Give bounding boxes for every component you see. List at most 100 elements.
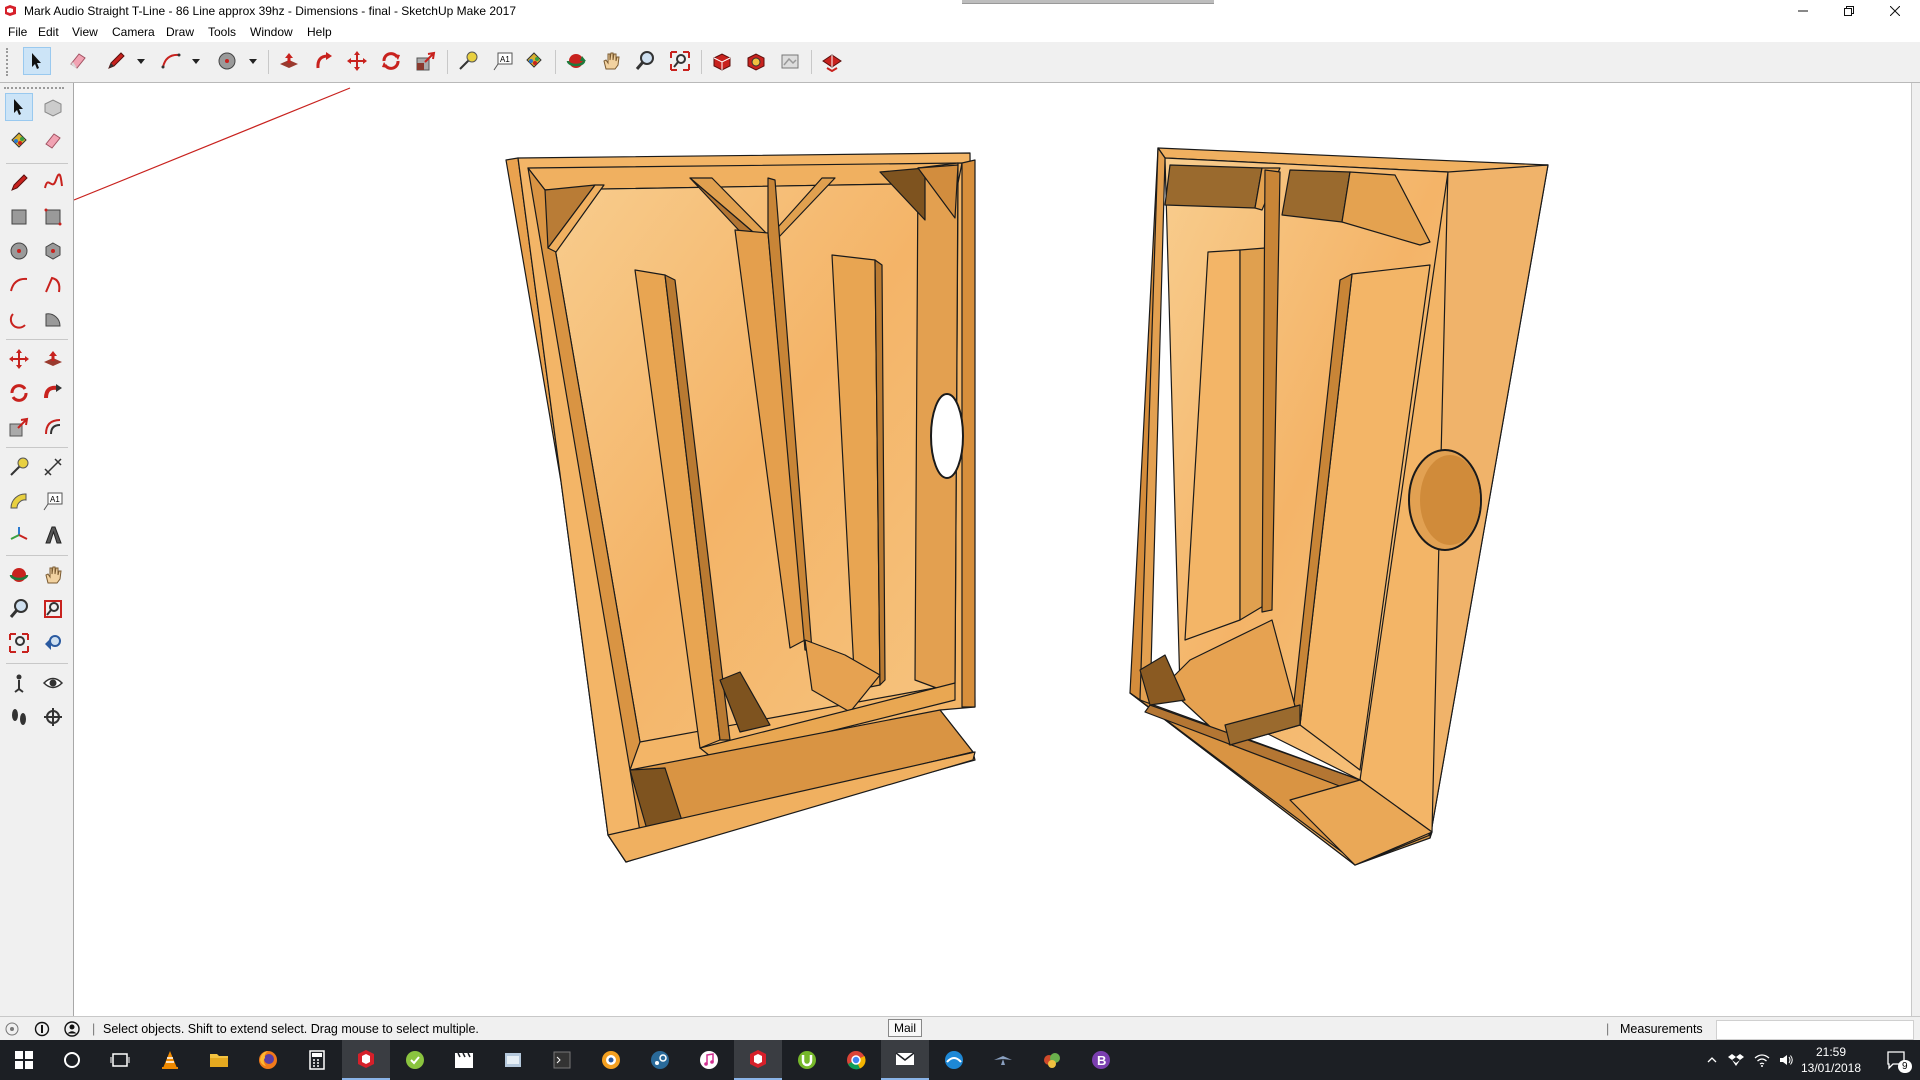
eraser-tool-button[interactable] — [64, 47, 92, 75]
arc-tool-button[interactable] — [157, 47, 185, 75]
position-camera-tool[interactable] — [5, 669, 33, 697]
3d-warehouse-button[interactable] — [708, 47, 736, 75]
taskbar-app-green[interactable] — [391, 1040, 439, 1080]
text-tool-button[interactable]: A1 — [489, 47, 517, 75]
orbit-tool[interactable] — [5, 561, 33, 589]
rectangle-tool[interactable] — [5, 203, 33, 231]
offset-tool[interactable] — [39, 413, 67, 441]
pencil-tool-button[interactable] — [102, 47, 130, 75]
layout-button[interactable] — [776, 47, 804, 75]
circle-tool-button[interactable] — [213, 47, 241, 75]
dimension-tool[interactable] — [39, 453, 67, 481]
taskbar-terminal[interactable] — [538, 1040, 586, 1080]
pie-tool[interactable] — [39, 305, 67, 333]
zoom-tool-button[interactable] — [631, 47, 659, 75]
line-tool[interactable] — [5, 169, 33, 197]
extension-manager-button[interactable] — [818, 47, 846, 75]
tape-measure-tool[interactable] — [5, 453, 33, 481]
zoom-extents-tool[interactable] — [5, 629, 33, 657]
menu-draw[interactable]: Draw — [166, 25, 194, 39]
pan-tool[interactable] — [39, 561, 67, 589]
eraser-tool[interactable] — [39, 127, 67, 155]
pan-tool-button[interactable] — [597, 47, 625, 75]
orbit-tool-button[interactable] — [562, 47, 590, 75]
taskbar-chrome[interactable] — [832, 1040, 880, 1080]
taskbar-vlc[interactable] — [146, 1040, 194, 1080]
push-pull-tool-button[interactable] — [275, 47, 303, 75]
measurements-input[interactable] — [1716, 1020, 1914, 1040]
3d-text-tool[interactable] — [39, 521, 67, 549]
freehand-tool[interactable] — [39, 169, 67, 197]
credits-icon[interactable] — [34, 1021, 50, 1037]
follow-me-tool[interactable] — [39, 379, 67, 407]
paint-bucket-tool[interactable] — [5, 127, 33, 155]
taskbar-app-b[interactable]: B — [1077, 1040, 1125, 1080]
rotate-tool-button[interactable] — [377, 47, 405, 75]
three-point-arc-tool[interactable] — [5, 305, 33, 333]
menu-file[interactable]: File — [8, 25, 27, 39]
dropbox-icon[interactable] — [1728, 1052, 1744, 1068]
previous-view-tool[interactable] — [39, 629, 67, 657]
speaker-enclosure-right[interactable] — [1129, 147, 1549, 866]
circle-tool[interactable] — [5, 237, 33, 265]
wifi-icon[interactable] — [1754, 1052, 1770, 1068]
pencil-dropdown-icon[interactable] — [136, 57, 146, 65]
make-component-tool[interactable] — [39, 93, 67, 121]
left-toolbar-grip[interactable] — [4, 87, 64, 91]
toolbar-grip[interactable] — [6, 48, 11, 76]
rotate-tool[interactable] — [5, 379, 33, 407]
taskbar-files[interactable] — [489, 1040, 537, 1080]
taskbar-webcam[interactable] — [587, 1040, 635, 1080]
taskbar-sketchup-running[interactable] — [342, 1040, 390, 1080]
taskbar-mail[interactable] — [881, 1040, 929, 1080]
scale-tool-button[interactable] — [412, 47, 440, 75]
taskbar-utorrent[interactable] — [783, 1040, 831, 1080]
taskbar-sketchup[interactable] — [734, 1040, 782, 1080]
speaker-enclosure-left[interactable] — [505, 152, 976, 863]
shapes-dropdown-icon[interactable] — [248, 57, 258, 65]
move-tool[interactable] — [5, 345, 33, 373]
taskbar-movies[interactable] — [440, 1040, 488, 1080]
taskbar-firefox[interactable] — [244, 1040, 292, 1080]
close-button[interactable] — [1872, 0, 1918, 22]
move-tool-button[interactable] — [343, 47, 371, 75]
taskbar-photos[interactable] — [930, 1040, 978, 1080]
menu-window[interactable]: Window — [250, 25, 293, 39]
walk-tool[interactable] — [5, 703, 33, 731]
taskbar-app-game[interactable] — [1028, 1040, 1076, 1080]
two-point-arc-tool[interactable] — [39, 271, 67, 299]
push-pull-tool[interactable] — [39, 345, 67, 373]
paint-bucket-tool-button[interactable] — [520, 47, 548, 75]
taskbar-itunes[interactable] — [685, 1040, 733, 1080]
menu-tools[interactable]: Tools — [208, 25, 236, 39]
zoom-extents-tool-button[interactable] — [666, 47, 694, 75]
model-canvas[interactable] — [74, 83, 1920, 1016]
chevron-up-icon[interactable] — [1706, 1054, 1718, 1066]
cortana-button[interactable] — [48, 1040, 96, 1080]
taskbar-calculator[interactable] — [293, 1040, 341, 1080]
user-account-icon[interactable] — [64, 1021, 80, 1037]
arc-dropdown-icon[interactable] — [191, 57, 201, 65]
menu-camera[interactable]: Camera — [112, 25, 155, 39]
taskbar-steam[interactable] — [636, 1040, 684, 1080]
follow-me-tool-button[interactable] — [310, 47, 338, 75]
extension-warehouse-button[interactable] — [742, 47, 770, 75]
select-tool[interactable] — [5, 93, 33, 121]
zoom-window-tool[interactable] — [39, 595, 67, 623]
taskbar-app-bird[interactable] — [979, 1040, 1027, 1080]
model-viewport[interactable] — [74, 83, 1920, 1016]
restore-button[interactable] — [1826, 0, 1872, 22]
menu-help[interactable]: Help — [307, 25, 332, 39]
taskbar-file-explorer[interactable] — [195, 1040, 243, 1080]
text-tool[interactable]: A1 — [39, 487, 67, 515]
scale-tool[interactable] — [5, 413, 33, 441]
system-clock[interactable]: 21:59 13/01/2018 — [1791, 1044, 1871, 1076]
task-view-button[interactable] — [96, 1040, 144, 1080]
menu-view[interactable]: View — [72, 25, 98, 39]
axes-tool[interactable] — [5, 521, 33, 549]
section-plane-tool[interactable] — [39, 703, 67, 731]
action-center-button[interactable]: 9 — [1872, 1040, 1920, 1080]
look-around-tool[interactable] — [39, 669, 67, 697]
minimize-button[interactable] — [1780, 0, 1826, 22]
start-button[interactable] — [0, 1040, 48, 1080]
